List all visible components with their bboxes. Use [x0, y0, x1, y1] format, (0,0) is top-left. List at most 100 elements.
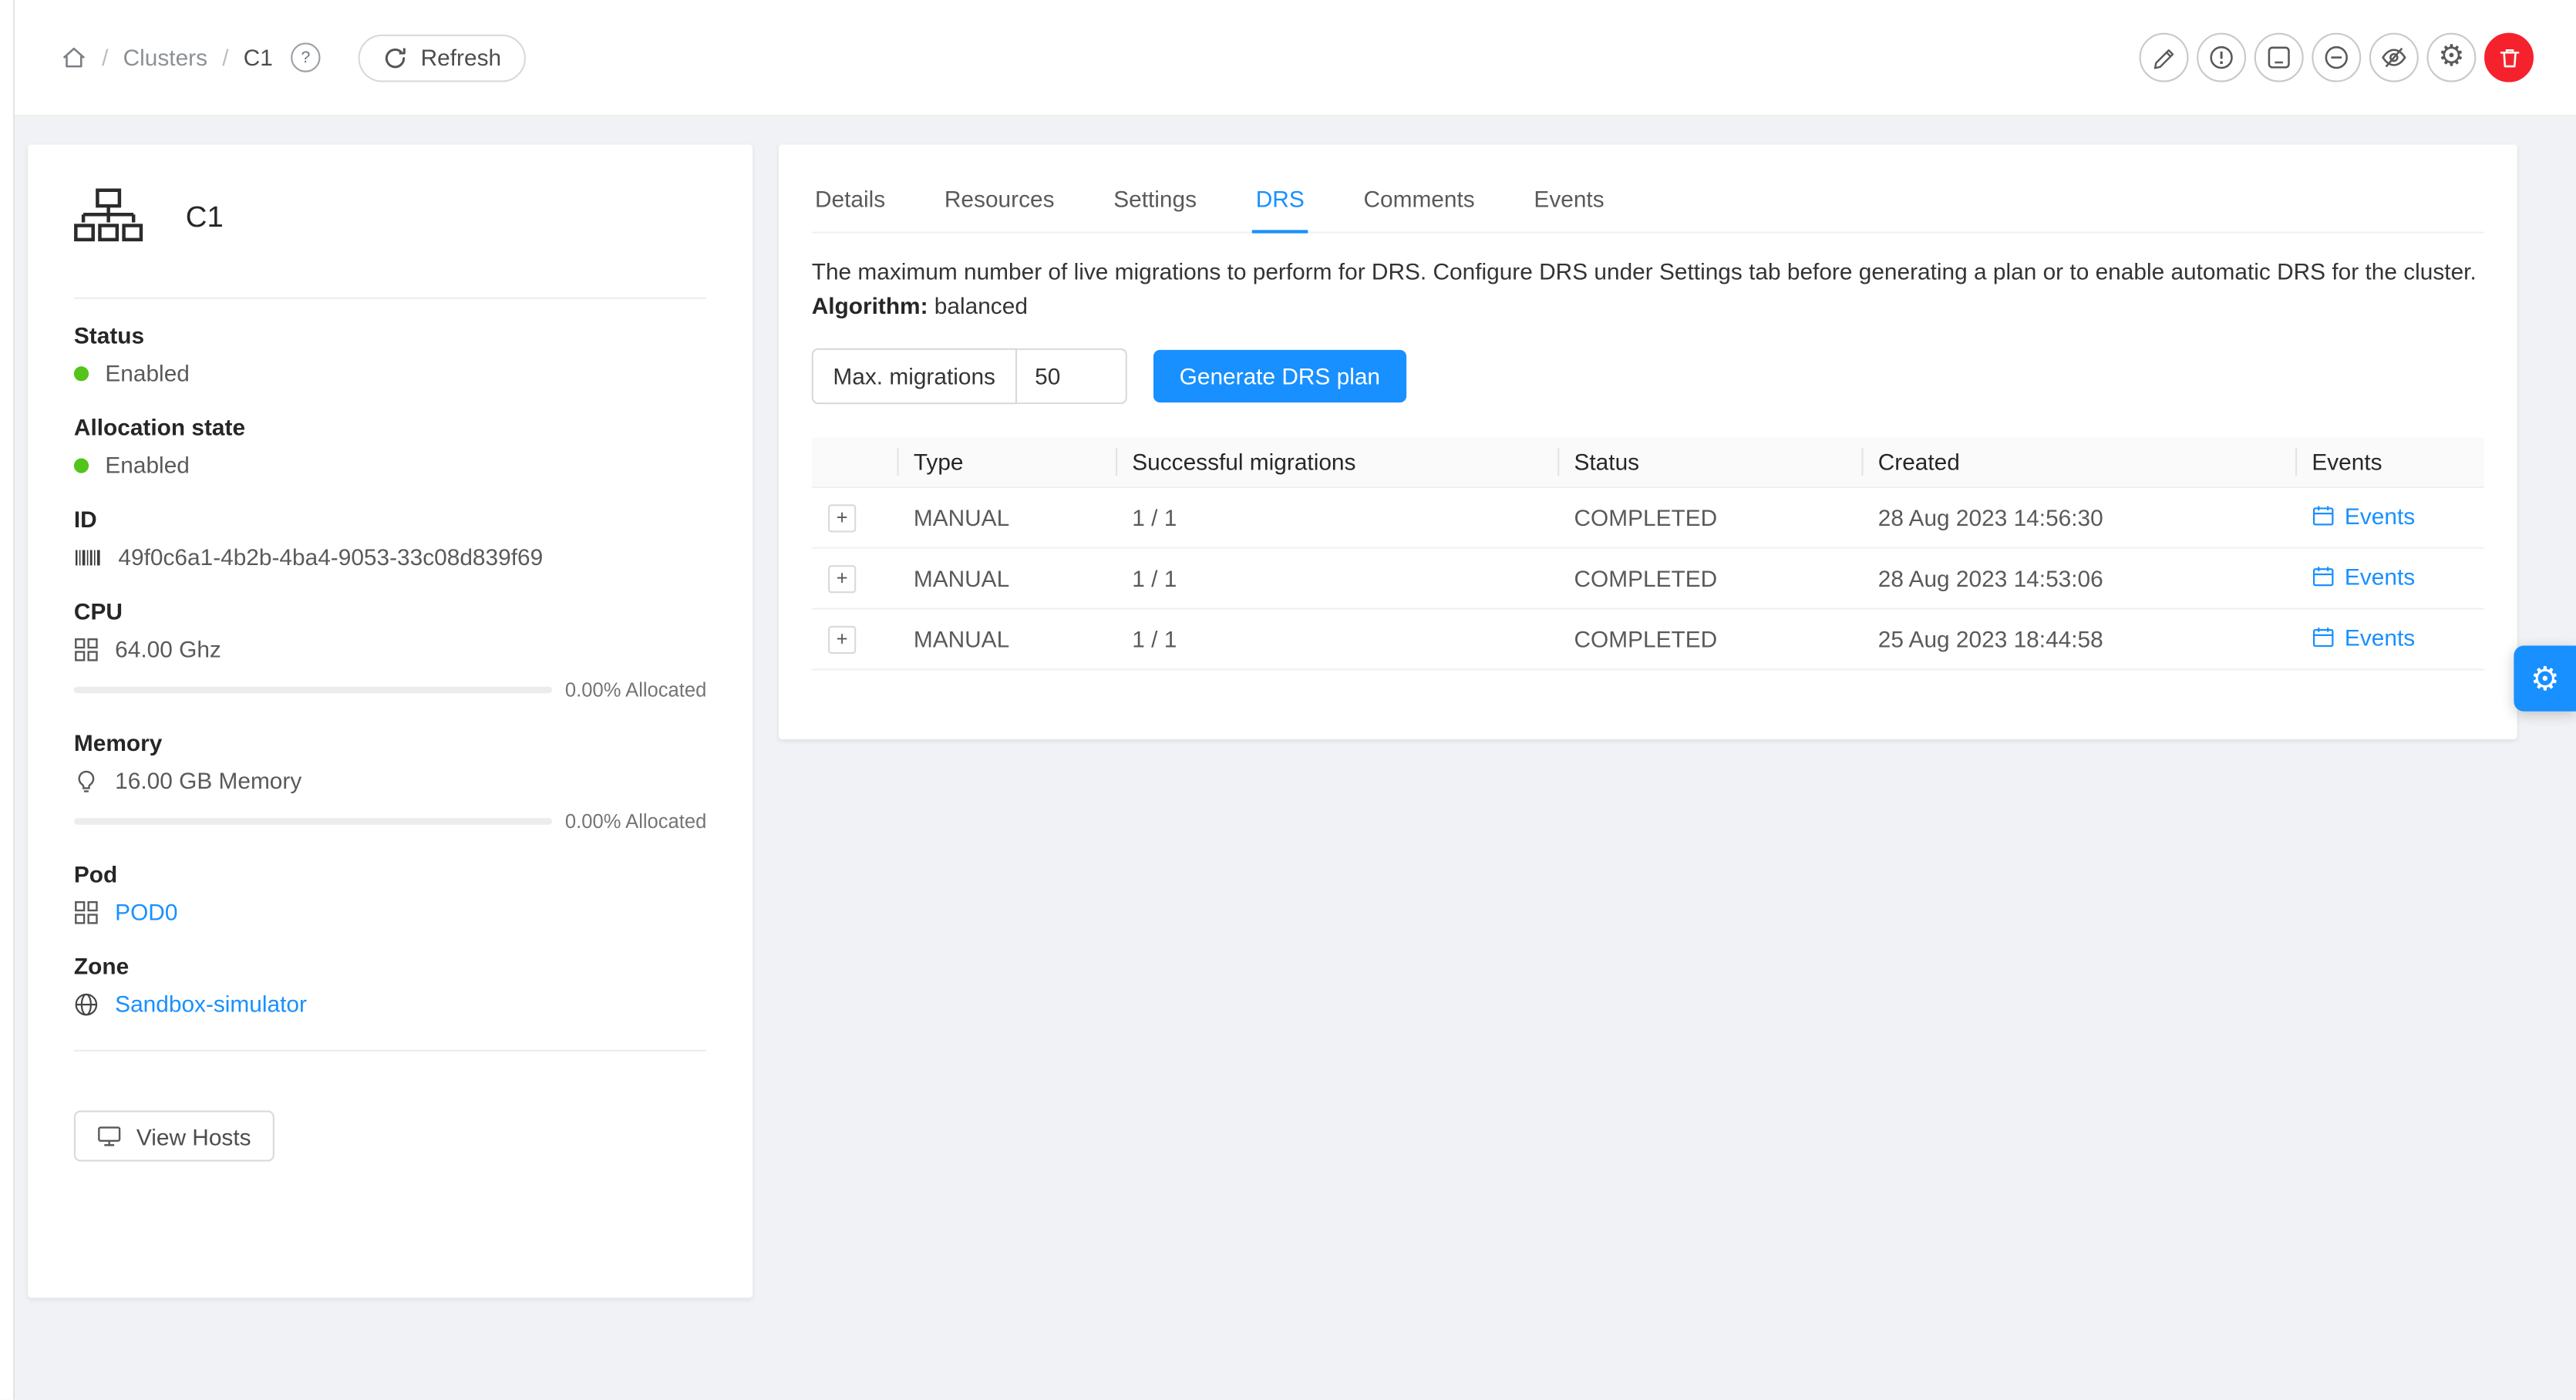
refresh-button[interactable]: Refresh	[359, 34, 526, 82]
expand-row-button[interactable]: +	[828, 625, 856, 653]
eye-invisible-icon	[2381, 45, 2407, 71]
bulb-icon	[74, 768, 99, 793]
tab-drs[interactable]: DRS	[1252, 167, 1308, 233]
drs-table-body: + MANUAL 1 / 1 COMPLETED 28 Aug 2023 14:…	[812, 487, 2484, 670]
view-hosts-label: View Hosts	[136, 1123, 251, 1149]
monitor-icon	[97, 1124, 122, 1149]
id-label: ID	[74, 506, 706, 532]
events-link-label: Events	[2345, 564, 2415, 590]
cpu-progress-track	[74, 687, 552, 694]
status-label: Status	[74, 322, 706, 348]
cluster-name: C1	[186, 200, 224, 235]
max-migrations-label: Max. migrations	[812, 348, 1017, 404]
header-created: Created	[1861, 437, 2295, 487]
zone-field: Zone Sandbox-simulator	[74, 953, 706, 1017]
id-field: ID 49f0c6a1-4b2b-4ba4-9053-33c08d839f69	[74, 506, 706, 570]
max-migrations-input[interactable]	[1017, 348, 1127, 404]
generate-drs-plan-button[interactable]: Generate DRS plan	[1153, 350, 1407, 402]
hide-button[interactable]	[2369, 33, 2419, 82]
memory-value: 16.00 GB Memory	[115, 767, 301, 793]
cell-type: MANUAL	[897, 487, 1116, 548]
tab-resources[interactable]: Resources	[941, 167, 1058, 231]
header-status: Status	[1557, 437, 1861, 487]
tab-settings[interactable]: Settings	[1110, 167, 1200, 231]
edit-button[interactable]	[2140, 33, 2189, 82]
header-migrations: Successful migrations	[1116, 437, 1557, 487]
cell-status: COMPLETED	[1557, 548, 1861, 609]
exclamation-circle-icon	[2208, 45, 2234, 71]
memory-progress-track	[74, 818, 552, 825]
tab-comments[interactable]: Comments	[1360, 167, 1478, 231]
drs-plan-table: Type Successful migrations Status Create…	[812, 437, 2484, 671]
delete-button[interactable]	[2484, 33, 2534, 82]
minus-square-icon	[2266, 45, 2292, 71]
disable-button[interactable]	[2312, 33, 2361, 82]
cpu-allocated-label: 0.00% Allocated	[565, 678, 706, 702]
cell-created: 25 Aug 2023 18:44:58	[1861, 609, 2295, 670]
events-link-label: Events	[2345, 503, 2415, 529]
cloudstack-cluster-page: / Clusters / C1 ? Refresh	[0, 0, 2576, 1400]
tab-events[interactable]: Events	[1530, 167, 1608, 231]
cell-successful-migrations: 1 / 1	[1116, 548, 1557, 609]
events-link[interactable]: Events	[2312, 503, 2415, 529]
table-row: + MANUAL 1 / 1 COMPLETED 28 Aug 2023 14:…	[812, 548, 2484, 609]
drs-description: The maximum number of live migrations to…	[812, 254, 2484, 289]
zone-link[interactable]: Sandbox-simulator	[115, 991, 307, 1017]
home-icon[interactable]	[61, 45, 87, 71]
calendar-icon	[2312, 504, 2335, 527]
globe-icon	[74, 991, 99, 1016]
cell-type: MANUAL	[897, 548, 1116, 609]
cell-status: COMPLETED	[1557, 609, 1861, 670]
trash-icon	[2497, 45, 2521, 70]
status-value: Enabled	[105, 360, 190, 386]
breadcrumb-clusters[interactable]: Clusters	[123, 45, 207, 71]
allocation-label: Allocation state	[74, 414, 706, 440]
expand-row-button[interactable]: +	[828, 503, 856, 531]
drs-form: Max. migrations Generate DRS plan	[812, 348, 2484, 404]
breadcrumb-separator: /	[102, 45, 108, 71]
cell-successful-migrations: 1 / 1	[1116, 487, 1557, 548]
calendar-icon	[2312, 626, 2335, 649]
breadcrumb: / Clusters / C1 ? Refresh	[61, 34, 526, 82]
help-icon[interactable]: ?	[291, 42, 320, 72]
tab-bar: Details Resources Settings DRS Comments …	[812, 167, 2484, 233]
events-link[interactable]: Events	[2312, 564, 2415, 590]
tab-details[interactable]: Details	[812, 167, 889, 231]
header-type: Type	[897, 437, 1116, 487]
memory-progress: 0.00% Allocated	[74, 810, 706, 833]
cpu-progress: 0.00% Allocated	[74, 678, 706, 702]
table-row: + MANUAL 1 / 1 COMPLETED 28 Aug 2023 14:…	[812, 487, 2484, 548]
events-link[interactable]: Events	[2312, 624, 2415, 651]
unmanage-button[interactable]	[2254, 33, 2304, 82]
cell-created: 28 Aug 2023 14:56:30	[1861, 487, 2295, 548]
breadcrumb-separator: /	[222, 45, 228, 71]
events-link-label: Events	[2345, 624, 2415, 651]
divider	[74, 1050, 706, 1052]
table-row: + MANUAL 1 / 1 COMPLETED 25 Aug 2023 18:…	[812, 609, 2484, 670]
allocation-field: Allocation state Enabled	[74, 414, 706, 478]
configure-button[interactable]: ⚙	[2426, 33, 2476, 82]
status-dot	[74, 365, 89, 380]
alert-button[interactable]	[2197, 33, 2246, 82]
gear-icon: ⚙	[2531, 662, 2560, 695]
collapsed-sidebar-rail	[0, 0, 15, 1400]
view-hosts-button[interactable]: View Hosts	[74, 1111, 274, 1162]
algorithm-label: Algorithm:	[812, 292, 928, 318]
header-expand	[812, 437, 897, 487]
minus-circle-icon	[2323, 45, 2349, 71]
allocation-value: Enabled	[105, 452, 190, 478]
pod-label: Pod	[74, 861, 706, 887]
cluster-detail-card: Details Resources Settings DRS Comments …	[779, 145, 2517, 739]
top-header: / Clusters / C1 ? Refresh	[15, 0, 2576, 116]
header-events: Events	[2295, 437, 2484, 487]
memory-label: Memory	[74, 729, 706, 756]
memory-field: Memory 16.00 GB Memory 0.00% Allocated	[74, 729, 706, 833]
barcode-icon	[74, 544, 102, 569]
cpu-field: CPU 64.00 Ghz 0.00% Allocated	[74, 598, 706, 702]
refresh-label: Refresh	[421, 45, 501, 71]
theme-settings-button[interactable]: ⚙	[2514, 645, 2576, 711]
pod-grid-icon	[74, 900, 99, 924]
pod-link[interactable]: POD0	[115, 899, 177, 925]
cluster-title-row: C1	[74, 187, 706, 248]
expand-row-button[interactable]: +	[828, 564, 856, 592]
